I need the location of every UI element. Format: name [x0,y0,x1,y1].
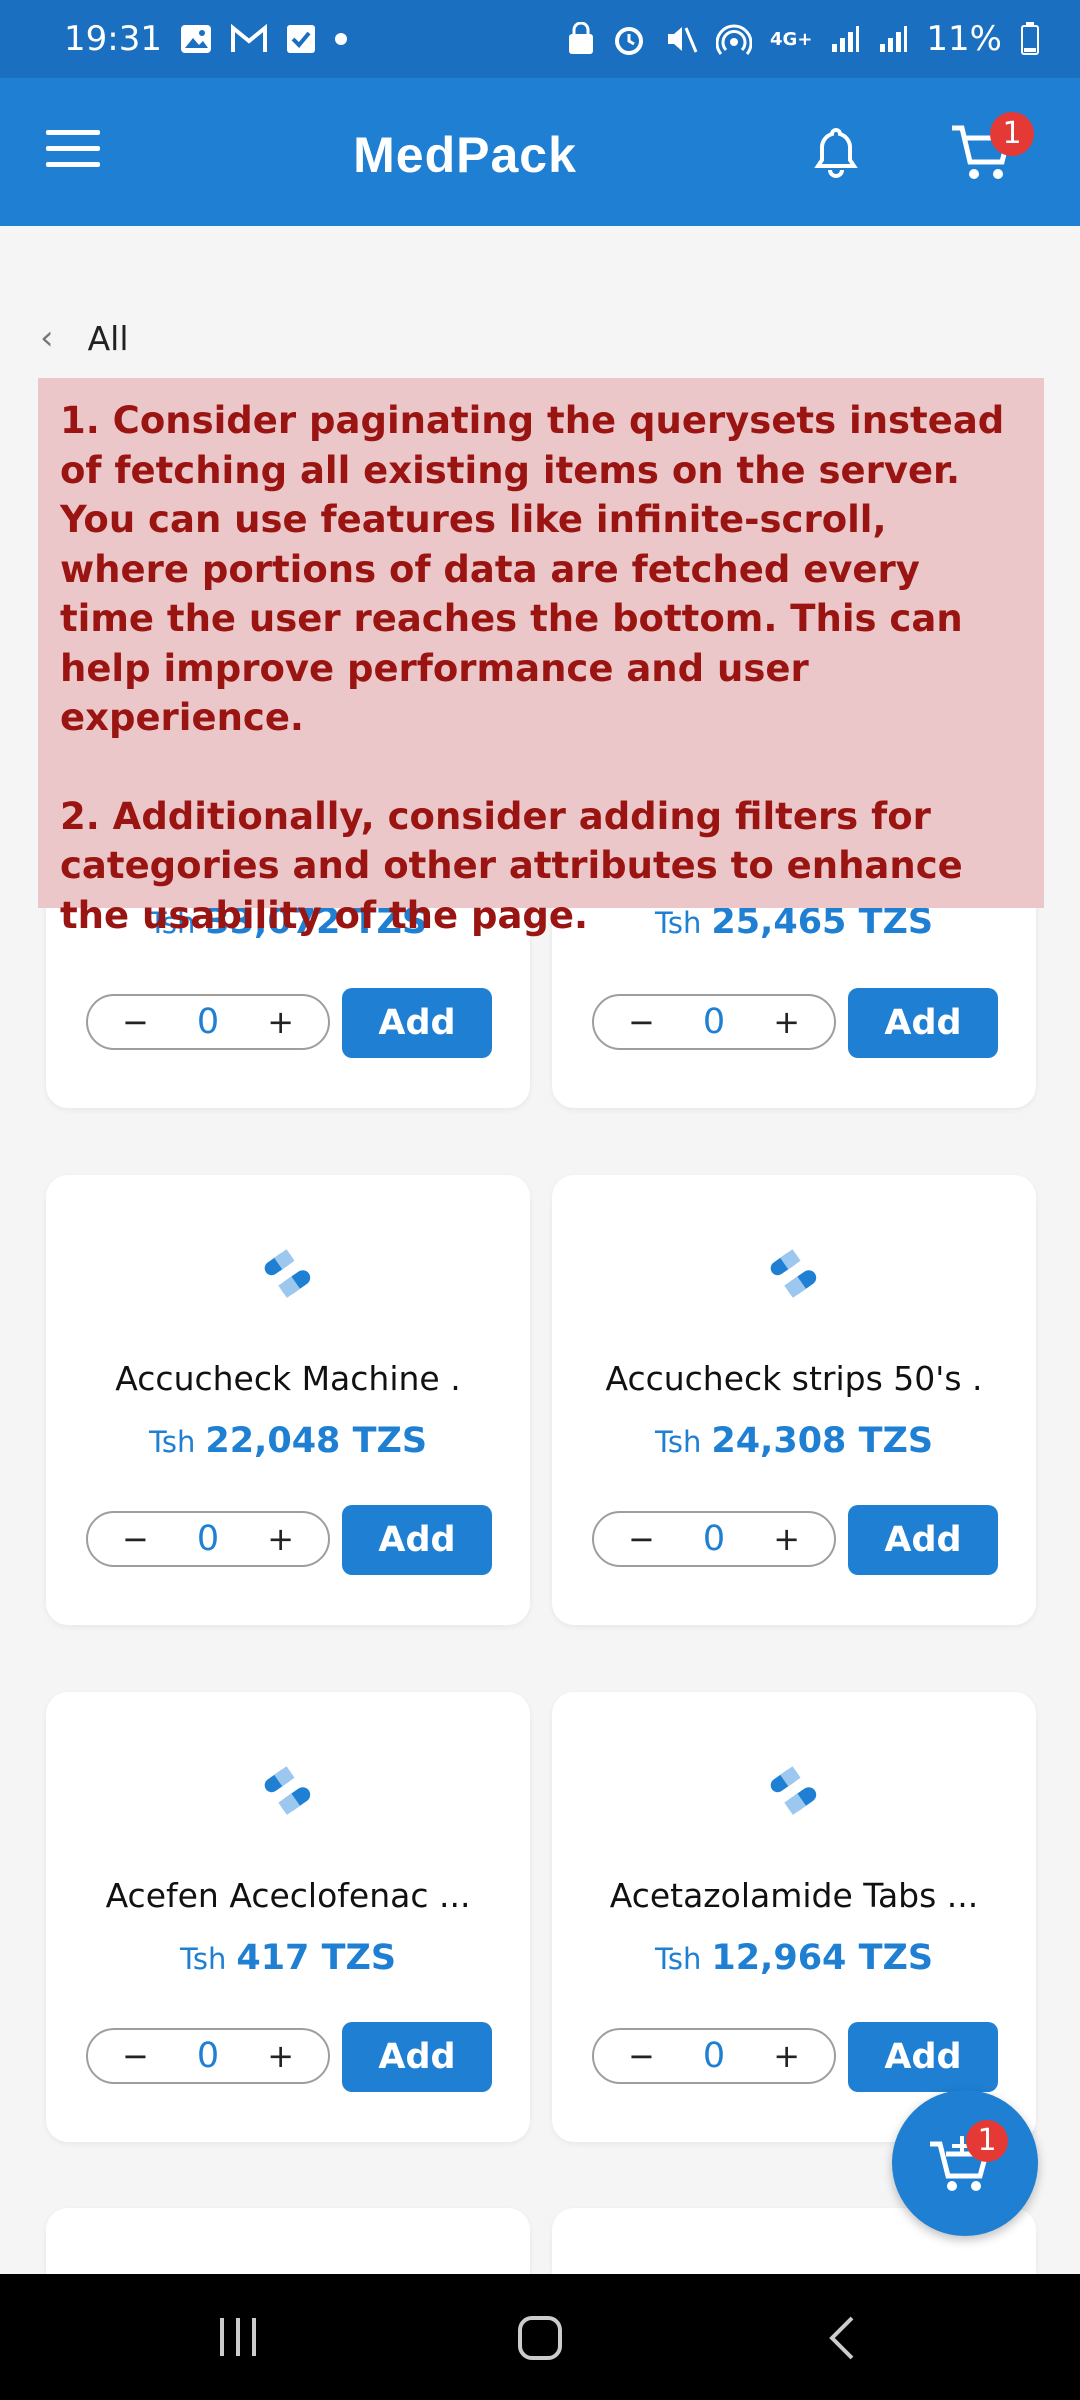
breadcrumb-label: All [87,318,129,358]
add-button[interactable]: Add [342,1505,492,1575]
pills-icon [766,1764,822,1820]
quantity-stepper[interactable]: − 0 + [592,2028,836,2084]
quantity-stepper[interactable]: − 0 + [86,2028,330,2084]
product-price: Tsh 24,308 TZS [552,1421,1036,1461]
product-price: Tsh 417 TZS [46,1938,530,1978]
product-card[interactable]: Accucheck Machine . Tsh 22,048 TZS − 0 + … [46,1175,530,1625]
app-title: MedPack [353,127,577,183]
decrement-button[interactable]: − [122,1003,149,1041]
system-nav-bar [0,2274,1080,2400]
price-amount: 12,964 TZS [711,1938,934,1978]
quantity-value: 0 [702,1519,726,1559]
quantity-value: 0 [702,1002,726,1042]
bell-icon[interactable] [808,124,864,184]
quantity-value: 0 [702,2036,726,2076]
checkbox-icon [286,24,316,54]
product-name: Acefen Aceclofenac ... [105,1876,471,1915]
back-icon[interactable] [824,2314,858,2366]
product-card[interactable]: Accucheck strips 50's . Tsh 24,308 TZS − … [552,1175,1036,1625]
increment-button[interactable]: + [267,1520,294,1558]
price-amount: 24,308 TZS [711,1421,934,1461]
quantity-stepper[interactable]: − 0 + [592,1511,836,1567]
hotspot-icon [716,22,753,56]
cart-badge: 1 [990,112,1034,156]
breadcrumb[interactable]: ‹ All [40,318,129,358]
increment-button[interactable]: + [267,2037,294,2075]
add-button[interactable]: Add [848,1505,998,1575]
currency-label: Tsh [654,1425,702,1459]
pills-icon [260,1247,316,1303]
decrement-button[interactable]: − [628,1520,655,1558]
product-price: Tsh 12,964 TZS [552,1938,1036,1978]
battery-percent: 11% [926,19,1002,59]
quantity-stepper[interactable]: − 0 + [86,1511,330,1567]
quantity-value: 0 [196,2036,220,2076]
chevron-left-icon[interactable]: ‹ [40,318,54,358]
gmail-icon [230,24,268,54]
currency-label: Tsh [654,1942,702,1976]
product-card[interactable]: Acetazolamide Tabs ... Tsh 12,964 TZS − 0… [552,1692,1036,2142]
review-note: 1. Consider paginating the querysets ins… [38,378,1044,937]
review-paragraph: 1. Consider paginating the querysets ins… [60,399,1005,739]
quantity-stepper[interactable]: − 0 + [592,994,836,1050]
product-card[interactable] [46,2208,530,2274]
increment-button[interactable]: + [773,1520,800,1558]
currency-label: Tsh [179,1942,227,1976]
currency-label: Tsh [148,1425,196,1459]
decrement-button[interactable]: − [122,2037,149,2075]
product-name: Accucheck strips 50's . [605,1359,983,1398]
price-amount: 22,048 TZS [205,1421,428,1461]
alarm-icon [612,22,646,56]
increment-button[interactable]: + [773,2037,800,2075]
recent-apps-icon[interactable] [216,2314,260,2364]
fab-badge: 1 [966,2120,1008,2162]
price-amount: 417 TZS [236,1938,397,1978]
status-bar: 19:31 4G+ 11% [0,0,1080,78]
decrement-button[interactable]: − [628,1003,655,1041]
signal-icon [878,24,908,54]
add-button[interactable]: Add [848,2022,998,2092]
signal-icon [830,24,860,54]
lock-icon [568,22,594,56]
quantity-value: 0 [196,1002,220,1042]
decrement-button[interactable]: − [122,1520,149,1558]
mute-icon [664,22,698,56]
add-to-cart-fab[interactable]: 1 [892,2090,1038,2236]
increment-button[interactable]: + [773,1003,800,1041]
pills-icon [766,1247,822,1303]
quantity-value: 0 [196,1519,220,1559]
product-card[interactable]: Acefen Aceclofenac ... Tsh 417 TZS − 0 + … [46,1692,530,2142]
battery-icon [1020,22,1040,56]
increment-button[interactable]: + [267,1003,294,1041]
add-button[interactable]: Add [848,988,998,1058]
product-price: Tsh 22,048 TZS [46,1421,530,1461]
product-name: Accucheck Machine . [115,1359,461,1398]
app-bar: MedPack 1 [0,78,1080,226]
network-type-label: 4G+ [770,28,813,50]
review-paragraph: 2. Additionally, consider adding filters… [60,794,963,937]
gallery-icon [180,24,212,54]
status-time: 19:31 [64,19,162,59]
product-name: Acetazolamide Tabs ... [609,1876,979,1915]
quantity-stepper[interactable]: − 0 + [86,994,330,1050]
decrement-button[interactable]: − [628,2037,655,2075]
add-button[interactable]: Add [342,988,492,1058]
home-icon[interactable] [516,2314,564,2366]
add-button[interactable]: Add [342,2022,492,2092]
dot-icon [334,32,348,46]
pills-icon [260,1764,316,1820]
